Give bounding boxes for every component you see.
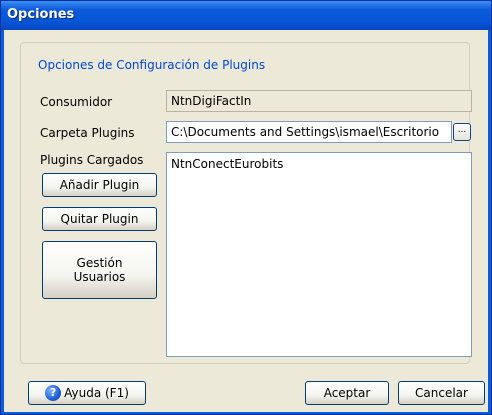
help-button-label: Ayuda (F1): [64, 386, 129, 400]
consumidor-field: NtnDigiFactIn: [166, 90, 472, 112]
remove-plugin-label: Quitar Plugin: [60, 212, 139, 226]
help-button[interactable]: ? Ayuda (F1): [28, 381, 146, 405]
cancel-button-label: Cancelar: [415, 386, 468, 400]
carpeta-plugins-label: Carpeta Plugins: [40, 126, 135, 140]
add-plugin-label: Añadir Plugin: [59, 178, 140, 192]
remove-plugin-button[interactable]: Quitar Plugin: [42, 207, 157, 231]
consumidor-label: Consumidor: [40, 95, 113, 109]
plugins-cargados-label: Plugins Cargados: [40, 153, 144, 167]
loaded-plugins-list[interactable]: NtnConectEurobits: [166, 152, 472, 357]
carpeta-plugins-input[interactable]: C:\Documents and Settings\ismael\Escrito…: [166, 121, 452, 143]
cancel-button[interactable]: Cancelar: [398, 381, 485, 405]
manage-users-button[interactable]: Gestión Usuarios: [42, 241, 157, 299]
list-item[interactable]: NtnConectEurobits: [171, 156, 467, 172]
group-legend: Opciones de Configuración de Plugins: [35, 58, 269, 72]
help-icon: ?: [45, 385, 62, 401]
manage-users-label-line2: Usuarios: [73, 270, 126, 284]
accept-button-label: Aceptar: [323, 386, 371, 400]
accept-button[interactable]: Aceptar: [305, 381, 389, 405]
add-plugin-button[interactable]: Añadir Plugin: [42, 173, 157, 197]
window-title: Opciones: [7, 7, 75, 22]
title-bar[interactable]: Opciones: [1, 1, 491, 30]
manage-users-label-line1: Gestión: [76, 256, 123, 270]
browse-folder-button[interactable]: ...: [453, 123, 471, 141]
